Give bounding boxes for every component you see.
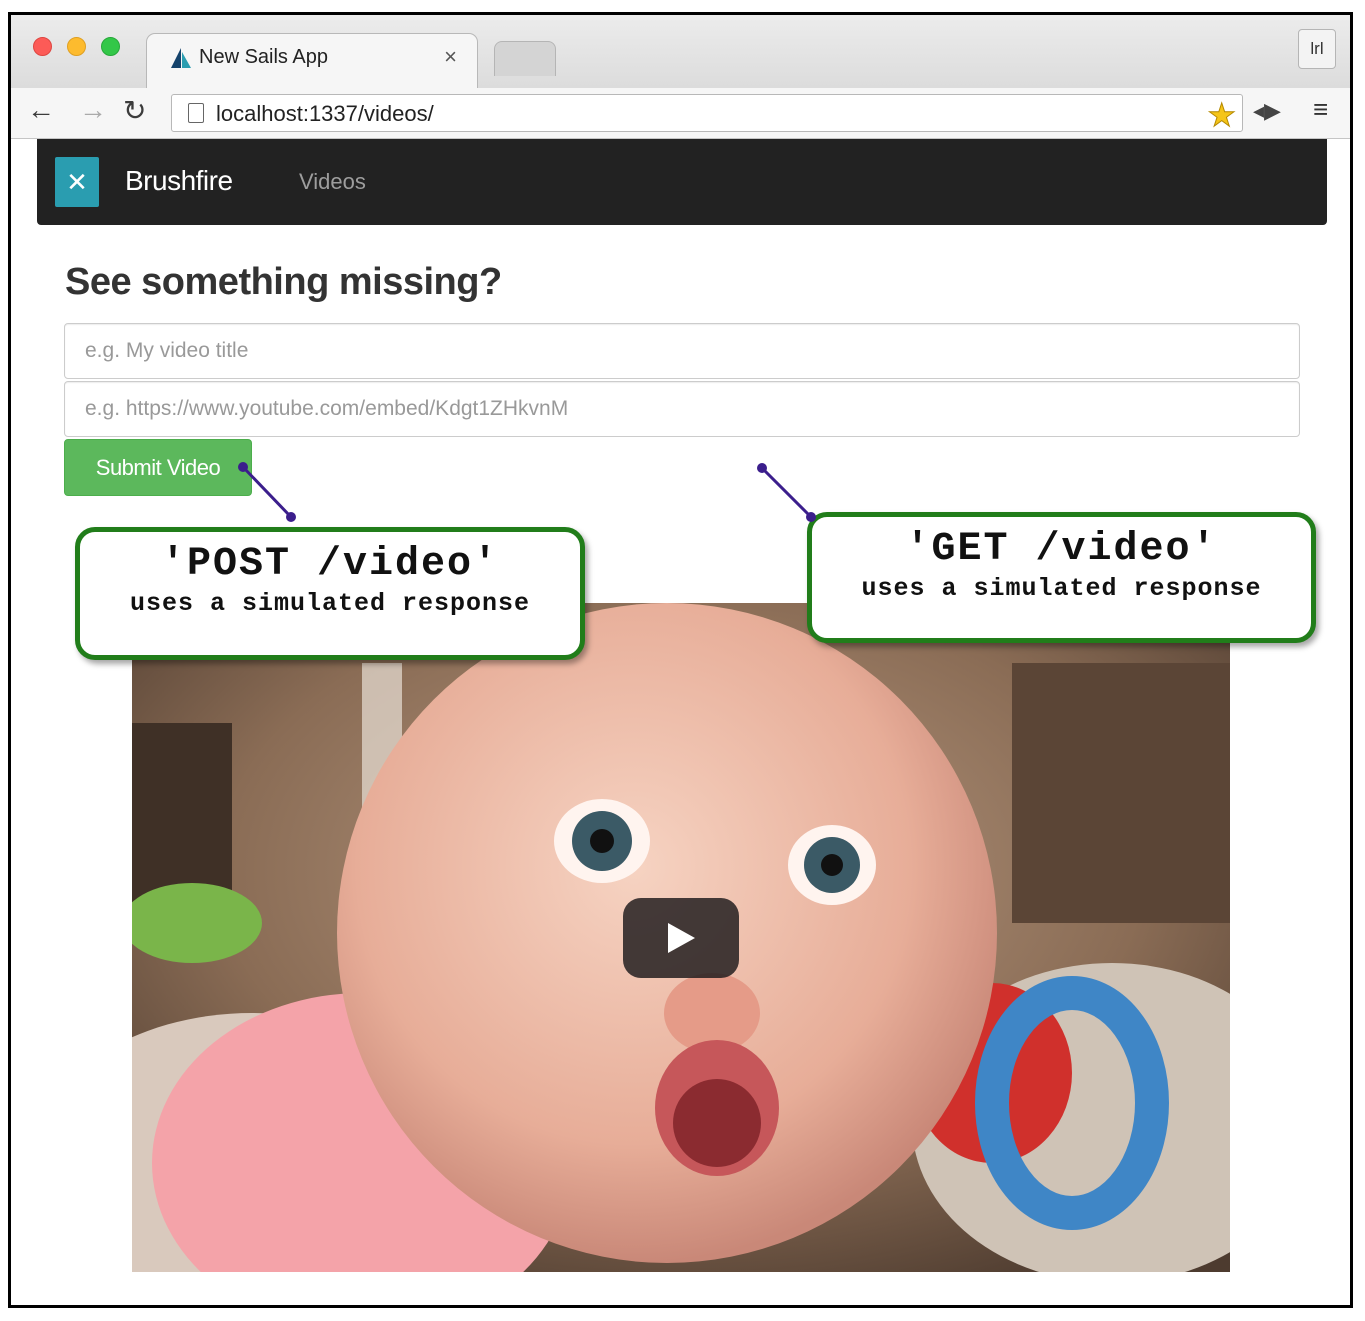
url-text: localhost:1337/videos/ [216, 101, 434, 126]
get-connector-dot-start [757, 463, 767, 473]
post-connector-dot-end [286, 512, 296, 522]
brand-name[interactable]: Brushfire [125, 165, 233, 197]
tab-close-icon[interactable]: × [444, 44, 457, 70]
get-annotation-title: 'GET /video' [905, 527, 1218, 572]
get-annotation-subtitle: uses a simulated response [861, 574, 1262, 603]
post-annotation-title: 'POST /video' [160, 542, 500, 587]
maximize-window-button[interactable] [101, 37, 120, 56]
form-heading: See something missing? [65, 261, 502, 303]
browser-toolbar: ← → ↻ localhost:1337/videos/ ★ ◂▶ ≡ [11, 88, 1350, 139]
nav-link-videos[interactable]: Videos [299, 169, 366, 195]
reload-icon[interactable]: ↻ [123, 94, 146, 127]
browser-titlebar: New Sails App × lrl [11, 15, 1350, 89]
video-title-input[interactable] [64, 323, 1300, 379]
address-bar[interactable]: localhost:1337/videos/ ★ [171, 94, 1243, 134]
browser-menu-icon[interactable]: ≡ [1313, 94, 1328, 125]
bookmark-star-icon[interactable]: ★ [1207, 96, 1237, 134]
get-connector-line [760, 466, 813, 519]
play-button[interactable] [623, 898, 739, 978]
page-icon [188, 103, 204, 123]
profile-button[interactable]: lrl [1298, 29, 1336, 69]
close-window-button[interactable] [33, 37, 52, 56]
play-icon [668, 923, 695, 953]
screenshot-frame: New Sails App × lrl ← → ↻ localhost:1337… [8, 12, 1353, 1308]
sails-favicon-icon [171, 48, 191, 68]
submit-video-button[interactable]: Submit Video [64, 439, 252, 496]
back-arrow-icon[interactable]: ← [27, 94, 55, 126]
tab-title: New Sails App [199, 46, 328, 68]
forward-arrow-icon[interactable]: → [79, 94, 107, 126]
video-player[interactable] [132, 603, 1230, 1272]
post-annotation-subtitle: uses a simulated response [129, 589, 531, 618]
brushfire-logo-icon[interactable]: ✕ [55, 157, 99, 207]
site-navbar: ✕ Brushfire Videos [37, 139, 1327, 225]
browser-tab[interactable]: New Sails App × [146, 33, 478, 89]
new-tab-button[interactable] [494, 41, 556, 76]
video-src-input[interactable] [64, 381, 1300, 437]
get-annotation-callout: 'GET /video' uses a simulated response [807, 512, 1316, 643]
cast-extension-icon[interactable]: ◂▶ [1253, 98, 1281, 124]
minimize-window-button[interactable] [67, 37, 86, 56]
post-annotation-callout: 'POST /video' uses a simulated response [75, 527, 585, 660]
